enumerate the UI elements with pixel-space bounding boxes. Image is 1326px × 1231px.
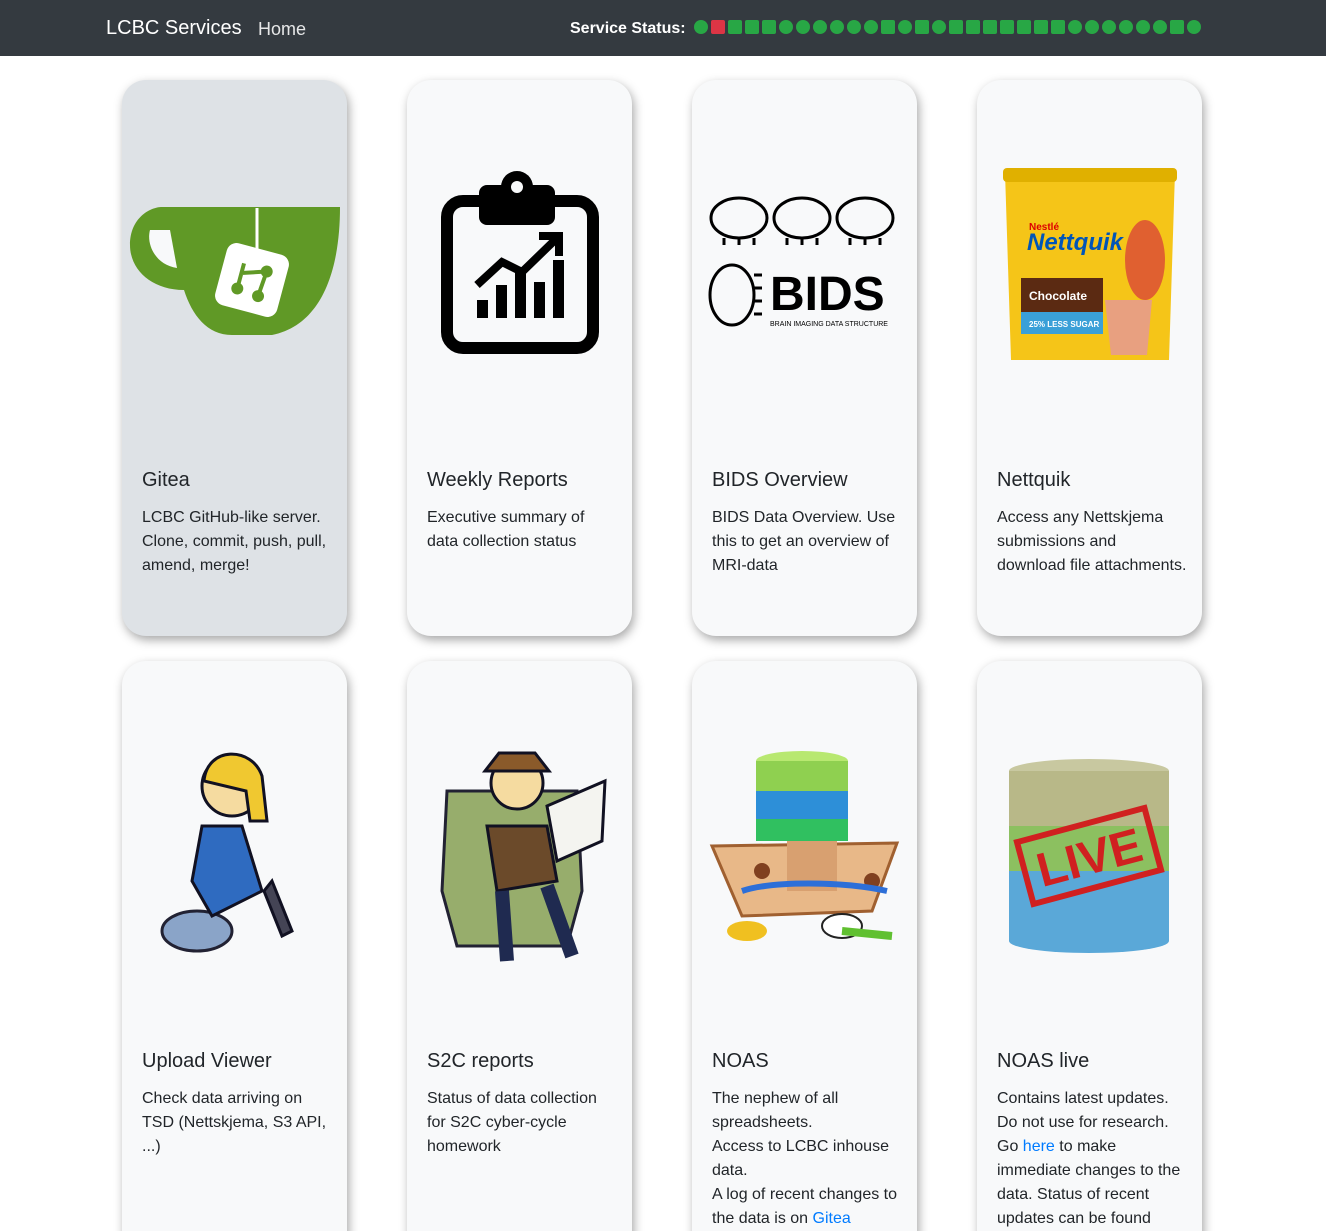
service-status-down-indicator[interactable]	[711, 20, 725, 34]
nettquik-tub-image: Nestlé Nettquik Chocolate 25% LESS SUGAR	[977, 150, 1202, 390]
card-title: Upload Viewer	[142, 1050, 272, 1072]
service-status-up-indicator[interactable]	[779, 20, 793, 34]
svg-text:25% LESS SUGAR: 25% LESS SUGAR	[1029, 320, 1099, 329]
service-status-up-indicator[interactable]	[1153, 20, 1167, 34]
card-title: BIDS Overview	[712, 469, 848, 491]
card-noas[interactable]: NOAS The nephew of all spreadsheets. Acc…	[692, 661, 917, 1231]
nav-home-link[interactable]: Home	[258, 19, 306, 40]
service-status-up-indicator[interactable]	[796, 20, 810, 34]
service-status-up-indicator[interactable]	[813, 20, 827, 34]
card-title: Nettquik	[997, 469, 1071, 491]
live-database-image: LIVE	[977, 731, 1202, 971]
card-nettquik[interactable]: Nestlé Nettquik Chocolate 25% LESS SUGAR…	[977, 80, 1202, 636]
card-noas-live[interactable]: LIVE NOAS live Contains latest updates. …	[977, 661, 1202, 1231]
card-gitea[interactable]: Gitea LCBC GitHub-like server. Clone, co…	[122, 80, 347, 636]
service-status-up-indicator[interactable]	[915, 20, 929, 34]
card-bids-overview[interactable]: BIDS BRAIN IMAGING DATA STRUCTURE BIDS O…	[692, 80, 917, 636]
card-title: Weekly Reports	[427, 469, 568, 491]
card-s2c-reports[interactable]: S2C reports Status of data collection fo…	[407, 661, 632, 1231]
noas-gitea-link[interactable]: Gitea	[813, 1210, 851, 1227]
card-text: Status of data collection for S2C cyber-…	[427, 1090, 597, 1155]
gitea-teacup-icon	[122, 150, 347, 390]
service-status-indicators	[694, 20, 1201, 34]
svg-text:BRAIN IMAGING DATA STRUCTURE: BRAIN IMAGING DATA STRUCTURE	[770, 321, 888, 328]
service-status-up-indicator[interactable]	[1000, 20, 1014, 34]
vault-boy-explorer-image	[122, 731, 347, 971]
service-status-up-indicator[interactable]	[1119, 20, 1133, 34]
service-status-up-indicator[interactable]	[949, 20, 963, 34]
card-title: NOAS live	[997, 1050, 1090, 1072]
service-status-label: Service Status:	[570, 20, 686, 37]
card-weekly-reports[interactable]: Weekly Reports Executive summary of data…	[407, 80, 632, 636]
card-text: Access any Nettskjema submissions and do…	[997, 509, 1187, 574]
svg-text:Chocolate: Chocolate	[1029, 289, 1087, 303]
clipboard-chart-icon	[407, 150, 632, 390]
svg-text:Nettquik: Nettquik	[1027, 229, 1125, 256]
card-title: NOAS	[712, 1050, 769, 1072]
service-status-up-indicator[interactable]	[1051, 20, 1065, 34]
vault-boy-reading-image	[407, 731, 632, 971]
card-title: Gitea	[142, 469, 190, 491]
card-text: Contains latest updates. Do not use for …	[997, 1090, 1181, 1227]
service-status-up-indicator[interactable]	[1102, 20, 1116, 34]
service-status-up-indicator[interactable]	[847, 20, 861, 34]
card-upload-viewer[interactable]: Upload Viewer Check data arriving on TSD…	[122, 661, 347, 1231]
noas-line-1: The nephew of all spreadsheets.	[712, 1090, 839, 1131]
service-status-up-indicator[interactable]	[1034, 20, 1048, 34]
card-text: Check data arriving on TSD (Nettskjema, …	[142, 1090, 327, 1155]
card-text: Executive summary of data collection sta…	[427, 509, 585, 550]
card-title: S2C reports	[427, 1050, 534, 1072]
noah-ark-database-image	[692, 731, 917, 971]
service-status-up-indicator[interactable]	[1017, 20, 1031, 34]
card-text: LCBC GitHub-like server. Clone, commit, …	[142, 509, 327, 574]
card-text: The nephew of all spreadsheets. Access t…	[712, 1087, 904, 1231]
service-status-up-indicator[interactable]	[1085, 20, 1099, 34]
service-status-up-indicator[interactable]	[898, 20, 912, 34]
card-text: BIDS Data Overview. Use this to get an o…	[712, 509, 896, 574]
noas-line-3: A log of recent changes to the data is o…	[712, 1186, 898, 1227]
top-navbar: LCBC Services Home Service Status:	[0, 0, 1326, 56]
bids-logo: BIDS BRAIN IMAGING DATA STRUCTURE	[692, 150, 917, 390]
service-status-up-indicator[interactable]	[983, 20, 997, 34]
noas-live-here-link[interactable]: here	[1023, 1138, 1055, 1155]
service-status-up-indicator[interactable]	[864, 20, 878, 34]
service-status-up-indicator[interactable]	[1187, 20, 1201, 34]
service-status-up-indicator[interactable]	[745, 20, 759, 34]
noas-line-2: Access to LCBC inhouse data.	[712, 1138, 889, 1179]
service-status-up-indicator[interactable]	[1068, 20, 1082, 34]
service-status-up-indicator[interactable]	[694, 20, 708, 34]
service-status-up-indicator[interactable]	[1170, 20, 1184, 34]
service-status-up-indicator[interactable]	[881, 20, 895, 34]
service-status-up-indicator[interactable]	[728, 20, 742, 34]
service-status-up-indicator[interactable]	[1136, 20, 1150, 34]
service-status-up-indicator[interactable]	[830, 20, 844, 34]
service-status-up-indicator[interactable]	[966, 20, 980, 34]
service-status-up-indicator[interactable]	[932, 20, 946, 34]
brand-link[interactable]: LCBC Services	[106, 17, 242, 40]
service-status-up-indicator[interactable]	[762, 20, 776, 34]
svg-text:BIDS: BIDS	[770, 268, 885, 321]
